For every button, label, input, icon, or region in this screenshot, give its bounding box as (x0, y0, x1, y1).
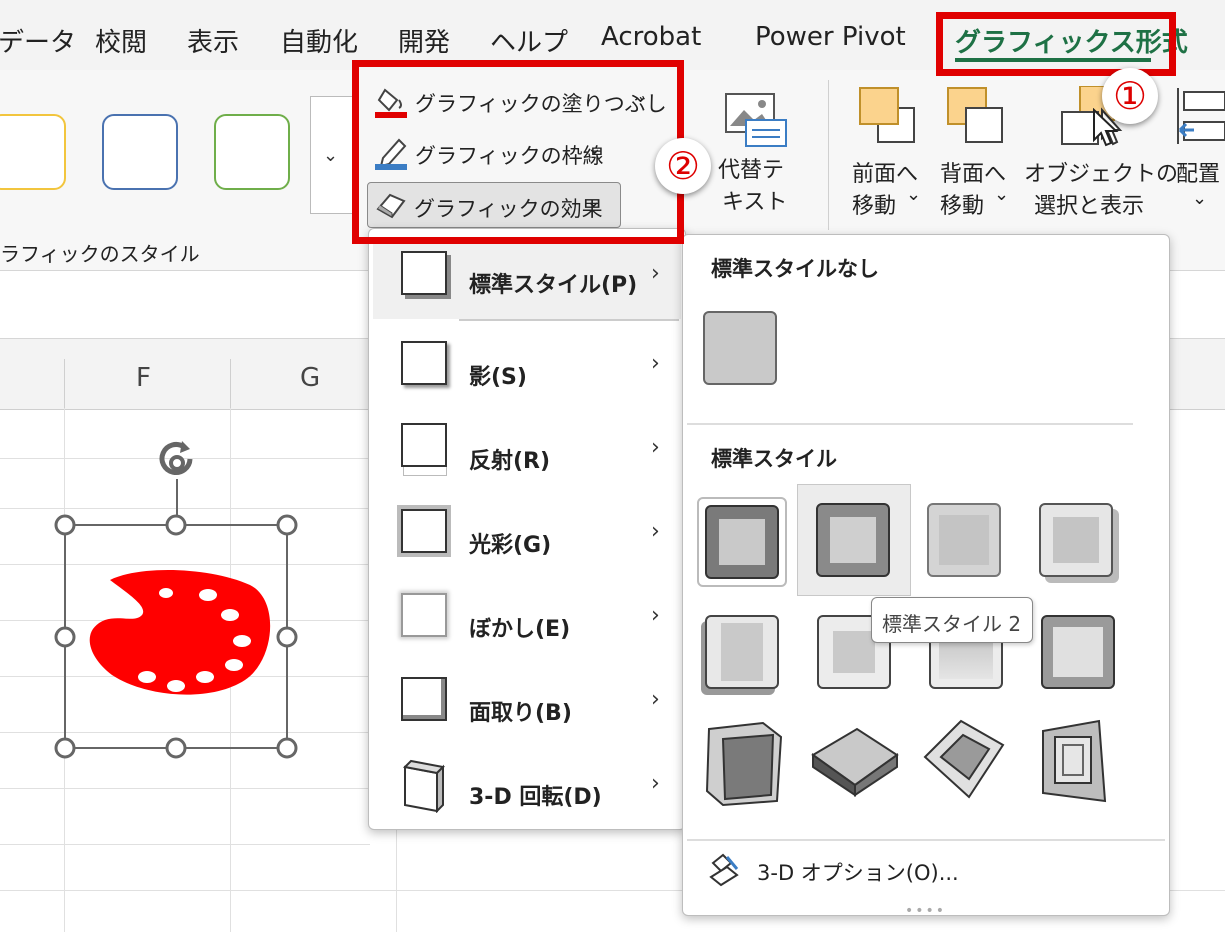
chevron-right-icon: › (651, 687, 660, 712)
menu-item-label: 光彩(G) (469, 533, 552, 558)
grid-line (0, 844, 370, 845)
rotate-handle-icon[interactable] (159, 441, 193, 475)
grid-line (0, 788, 370, 789)
preset-option-5[interactable] (705, 615, 779, 689)
chevron-down-icon: ⌄ (994, 184, 1010, 205)
menu-item-label: 面取り(B) (469, 701, 572, 726)
preset-option-12[interactable] (1035, 719, 1111, 805)
tab-developer[interactable]: 開発 (398, 22, 450, 59)
palette-icon (89, 569, 271, 695)
submenu-separator (687, 839, 1165, 841)
menu-item-preset[interactable]: 標準スタイル(P) › (369, 239, 685, 319)
chevron-down-icon: ⌄ (1192, 188, 1208, 209)
column-divider (230, 359, 231, 409)
preset-option-2[interactable] (797, 484, 911, 596)
chevron-down-icon: ⌄ (906, 184, 922, 205)
bevel-effect-icon (401, 677, 447, 721)
column-header-f[interactable]: F (136, 363, 151, 393)
preset-option-11[interactable] (919, 717, 1009, 801)
preset-effect-icon (401, 251, 447, 295)
presets-header: 標準スタイル (711, 447, 837, 471)
chevron-right-icon: › (651, 603, 660, 628)
submenu-separator (687, 423, 1133, 425)
highlight-box-effects (352, 60, 684, 244)
preset-option-1[interactable] (697, 497, 787, 587)
bring-forward-label-line2: 移動 (852, 194, 897, 219)
graphic-style-yellow[interactable] (0, 114, 66, 190)
mouse-cursor-icon (1093, 108, 1119, 147)
3d-rotation-effect-icon (402, 759, 446, 813)
tab-data[interactable]: データ (0, 22, 76, 59)
selected-graphic[interactable] (50, 435, 305, 765)
preset-option-9[interactable] (703, 719, 787, 809)
tab-power-pivot[interactable]: Power Pivot (755, 22, 906, 52)
tooltip-text: 標準スタイル 2 (882, 612, 1022, 636)
preset-option-10[interactable] (809, 719, 901, 799)
send-backward-icon (947, 87, 1003, 143)
alt-text-label-line2: キスト (722, 190, 788, 215)
column-divider (64, 359, 65, 409)
tab-automate[interactable]: 自動化 (280, 22, 358, 59)
preset-submenu: 標準スタイルなし 標準スタイル 標準スタイル 2 3-D オプション(O)...… (682, 234, 1170, 919)
align-label: 配置 (1176, 162, 1221, 187)
highlight-box-tab (936, 12, 1176, 76)
glow-effect-icon (401, 509, 447, 553)
menu-item-3d-rotation[interactable]: 3-D 回転(D) › (369, 749, 685, 829)
column-header-g[interactable]: G (300, 363, 320, 393)
tab-review[interactable]: 校閲 (95, 22, 147, 59)
menu-item-label: ぼかし(E) (469, 617, 571, 642)
menu-separator (459, 319, 679, 321)
menu-item-label: 影(S) (469, 365, 527, 390)
resize-grip-icon[interactable]: •••• (905, 903, 946, 919)
3d-options-label: 3-D オプション(O)... (757, 861, 959, 885)
chevron-right-icon: › (651, 519, 660, 544)
alt-text-label-line1: 代替テ (718, 158, 785, 183)
alt-text-icon (725, 93, 787, 147)
no-preset-header: 標準スタイルなし (711, 257, 879, 281)
reflection-mirror (403, 467, 447, 476)
soft-edges-effect-icon (401, 593, 447, 637)
reflection-effect-icon (401, 423, 447, 467)
group-divider (828, 80, 829, 230)
bring-forward-button[interactable]: 前面へ 移動 ⌄ (848, 84, 928, 224)
menu-item-label: 反射(R) (469, 449, 551, 474)
align-left-icon (1177, 88, 1225, 144)
graphic-effects-menu: 標準スタイル(P) › 影(S) › 反射(R) › 光彩(G) › ぼかし(E… (368, 228, 686, 830)
graphic-styles-group-label: ラフィックのスタイル (0, 242, 200, 266)
format-shape-icon (709, 853, 739, 887)
menu-item-label: 標準スタイル(P) (469, 273, 638, 298)
gallery-more-button[interactable]: ⌄ (310, 96, 354, 214)
send-backward-label-line2: 移動 (940, 194, 985, 219)
shadow-effect-icon (401, 341, 447, 385)
bring-forward-icon (859, 87, 915, 143)
chevron-right-icon: › (651, 261, 660, 286)
tab-help[interactable]: ヘルプ (490, 22, 568, 59)
preset-option-3[interactable] (927, 503, 1001, 577)
preset-option-4[interactable] (1039, 503, 1113, 577)
selection-pane-label-line2: 選択と表示 (1034, 194, 1145, 219)
3d-options-button[interactable]: 3-D オプション(O)... (703, 849, 1143, 893)
graphic-style-green[interactable] (214, 114, 290, 190)
selection-pane-label-line1: オブジェクトの (1024, 162, 1179, 187)
alt-text-button[interactable]: 代替テ キスト (700, 84, 810, 215)
preset-tooltip: 標準スタイル 2 (871, 597, 1033, 643)
preset-none-option[interactable] (703, 311, 777, 385)
step-badge-2: ② (655, 138, 711, 194)
preset-option-8[interactable] (1041, 615, 1115, 689)
menu-item-bevel[interactable]: 面取り(B) › (369, 665, 685, 745)
graphic-style-blue[interactable] (102, 114, 178, 190)
send-backward-button[interactable]: 背面へ 移動 ⌄ (936, 84, 1016, 224)
chevron-right-icon: › (651, 435, 660, 460)
gallery-more-icon: ⌄ (323, 145, 339, 166)
menu-item-shadow[interactable]: 影(S) › (369, 329, 685, 409)
menu-item-label: 3-D 回転(D) (469, 785, 602, 810)
tab-view[interactable]: 表示 (187, 22, 239, 59)
menu-item-glow[interactable]: 光彩(G) › (369, 497, 685, 577)
align-button[interactable]: 配置 ⌄ (1170, 84, 1225, 224)
menu-item-reflection[interactable]: 反射(R) › (369, 413, 685, 493)
menu-item-soft-edges[interactable]: ぼかし(E) › (369, 581, 685, 661)
chevron-right-icon: › (651, 351, 660, 376)
tab-acrobat[interactable]: Acrobat (601, 22, 701, 52)
chevron-right-icon: › (651, 771, 660, 796)
